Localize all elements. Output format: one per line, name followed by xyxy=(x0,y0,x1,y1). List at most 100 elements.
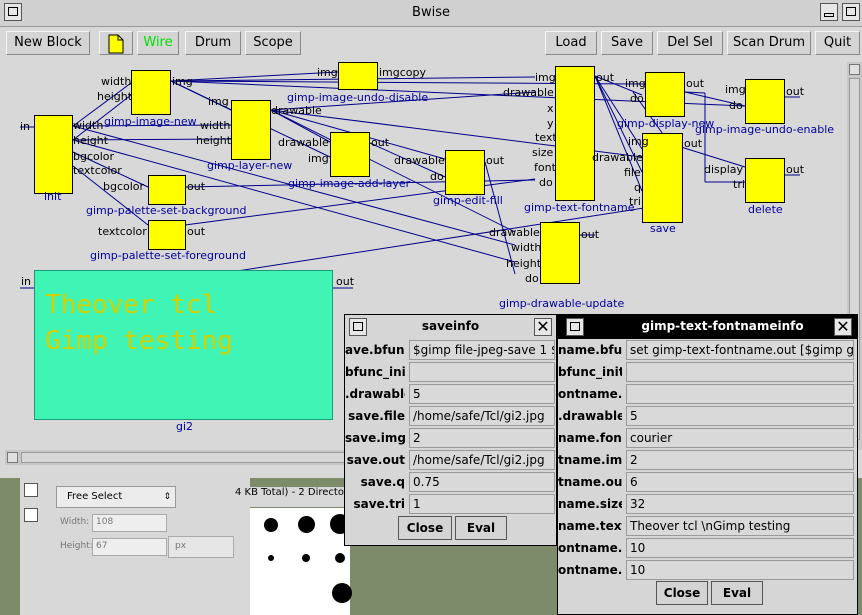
del-sel-button[interactable]: Del Sel xyxy=(657,31,723,55)
pin-fontname-do: do xyxy=(539,176,553,189)
file-icon-button[interactable] xyxy=(99,31,133,55)
brush-dot[interactable] xyxy=(302,554,310,562)
gi2-line-2: Gimp testing xyxy=(45,326,233,356)
brush-dot[interactable] xyxy=(332,583,352,603)
saveinfo-dialog: saveinfo ✕ ave.bfunc $gimp file-jpeg-save… xyxy=(344,314,557,546)
field-input[interactable]: /home/safe/Tcl/gi2.jpg xyxy=(409,450,555,470)
field-input[interactable]: 1 xyxy=(409,494,555,514)
block-gimp-palette-set-background-name: gimp-palette-set-background xyxy=(86,204,247,217)
block-gimp-text-fontname[interactable] xyxy=(555,66,595,201)
scan-drum-button[interactable]: Scan Drum xyxy=(727,31,811,55)
pin-gi2-out: out xyxy=(336,275,355,288)
pin-fontname-out: out xyxy=(596,71,615,84)
block-gimp-display-new[interactable] xyxy=(645,72,685,117)
field-input[interactable] xyxy=(409,362,555,382)
pin-save-out: out xyxy=(684,137,703,150)
save-button[interactable]: Save xyxy=(601,31,653,55)
field-input[interactable] xyxy=(626,384,854,404)
brush-dot[interactable] xyxy=(298,516,315,533)
fontnameinfo-eval-button[interactable]: Eval xyxy=(711,581,763,605)
field-input[interactable]: 10 xyxy=(626,560,854,580)
field-input[interactable]: 32 xyxy=(626,494,854,514)
block-init[interactable] xyxy=(34,115,73,194)
brush-dot[interactable] xyxy=(264,518,278,532)
wire-button[interactable]: Wire xyxy=(137,31,179,55)
load-button[interactable]: Load xyxy=(545,31,597,55)
block-gimp-image-add-layer[interactable] xyxy=(330,132,370,177)
scroll-up-arrow-icon[interactable] xyxy=(849,64,860,75)
saveinfo-close-icon[interactable]: ✕ xyxy=(534,318,552,336)
field-input[interactable]: /home/safe/Tcl/gi2.jpg xyxy=(409,406,555,426)
block-gimp-drawable-update[interactable] xyxy=(540,222,580,284)
block-gimp-edit-fill[interactable] xyxy=(445,150,485,195)
unit-select[interactable]: px xyxy=(168,536,234,558)
free-select-dropdown[interactable]: Free Select ⇕ xyxy=(56,486,176,508)
minimize-button[interactable] xyxy=(820,3,838,21)
saveinfo-titlebar[interactable]: saveinfo ✕ xyxy=(345,315,556,339)
fontnameinfo-close-button[interactable]: Close xyxy=(656,581,708,605)
saveinfo-eval-button[interactable]: Eval xyxy=(455,516,507,540)
field-input[interactable]: 2 xyxy=(626,450,854,470)
block-gimp-image-undo-enable[interactable] xyxy=(745,79,785,124)
brushes-panel[interactable] xyxy=(250,508,352,615)
field-input[interactable]: 0.75 xyxy=(409,472,555,492)
field-input[interactable]: Theover tcl \nGimp testing xyxy=(626,516,854,536)
field-input[interactable]: $gimp file-jpeg-save 1 ${ xyxy=(409,340,555,360)
width-input[interactable]: 108 xyxy=(92,514,167,532)
field-input[interactable]: 6 xyxy=(626,472,854,492)
block-gimp-text-fontname-name: gimp-text-fontname xyxy=(524,201,635,214)
field-input[interactable]: 2 xyxy=(409,428,555,448)
file-status-text: 4 KB Total) - 2 Directo xyxy=(235,487,350,507)
block-gimp-layer-new[interactable] xyxy=(231,100,271,160)
block-gi2[interactable]: Theover tcl Gimp testing xyxy=(34,270,333,420)
title-bar[interactable]: Bwise xyxy=(0,0,862,27)
block-gimp-image-undo-disable[interactable] xyxy=(338,62,378,90)
field-input[interactable]: 10 xyxy=(626,538,854,558)
drum-button[interactable]: Drum xyxy=(185,31,241,55)
checkbox-1[interactable] xyxy=(24,483,38,497)
brush-dot[interactable] xyxy=(268,555,274,561)
pin-init-bgcolor: bgcolor xyxy=(73,150,115,163)
field-input[interactable]: courier xyxy=(626,428,854,448)
block-gimp-palette-set-foreground-name: gimp-palette-set-foreground xyxy=(90,249,246,262)
pin-delete-out: out xyxy=(786,163,805,176)
block-gimp-edit-fill-name: gimp-edit-fill xyxy=(433,194,503,207)
block-gimp-image-undo-disable-name: gimp-image-undo-disable xyxy=(287,91,429,104)
maximize-button[interactable] xyxy=(842,3,860,21)
updown-icon: ⇕ xyxy=(163,492,171,502)
saveinfo-close-button[interactable]: Close xyxy=(398,516,452,540)
block-gimp-palette-set-background[interactable] xyxy=(148,175,186,205)
field-label: name.font xyxy=(558,431,622,445)
block-delete[interactable] xyxy=(745,158,785,203)
pin-image-new-img: img xyxy=(172,75,193,88)
field-label: name.size xyxy=(558,497,622,511)
pin-delete-display: display xyxy=(704,163,744,176)
fontnameinfo-titlebar[interactable]: gimp-text-fontnameinfo ✕ xyxy=(558,315,857,339)
quit-button[interactable]: Quit xyxy=(815,31,860,55)
block-init-name: init xyxy=(44,190,62,203)
field-input[interactable]: 5 xyxy=(626,406,854,426)
block-save-name: save xyxy=(650,222,676,235)
fontnameinfo-menu-button[interactable] xyxy=(566,318,584,336)
pin-set-bg-out: out xyxy=(187,180,206,193)
field-input[interactable]: 5 xyxy=(409,384,555,404)
pin-add-layer-out: out xyxy=(371,136,390,149)
pin-drawable-update-out: out xyxy=(581,228,600,241)
scope-button[interactable]: Scope xyxy=(245,31,301,55)
pin-display-new-do: do xyxy=(630,92,644,105)
pin-drawable-update-do: do xyxy=(525,272,539,285)
checkbox-2[interactable] xyxy=(24,508,38,522)
width-label: Width: xyxy=(60,517,90,527)
height-input[interactable]: 67 xyxy=(92,538,167,556)
block-gimp-image-new[interactable] xyxy=(131,70,171,115)
field-label: bfunc_init xyxy=(345,365,405,379)
field-label: save.tri xyxy=(353,497,405,511)
new-block-button[interactable]: New Block xyxy=(6,31,90,55)
scroll-left-arrow-icon[interactable] xyxy=(7,452,18,463)
field-input[interactable] xyxy=(626,362,854,382)
pin-fontname-drawable: drawable xyxy=(503,86,554,99)
field-input[interactable]: set gimp-text-fontname.out [$gimp gimp-t xyxy=(626,340,854,360)
fontnameinfo-close-icon[interactable]: ✕ xyxy=(834,318,852,336)
block-gimp-palette-set-foreground[interactable] xyxy=(148,220,186,250)
brush-dot[interactable] xyxy=(335,553,345,563)
